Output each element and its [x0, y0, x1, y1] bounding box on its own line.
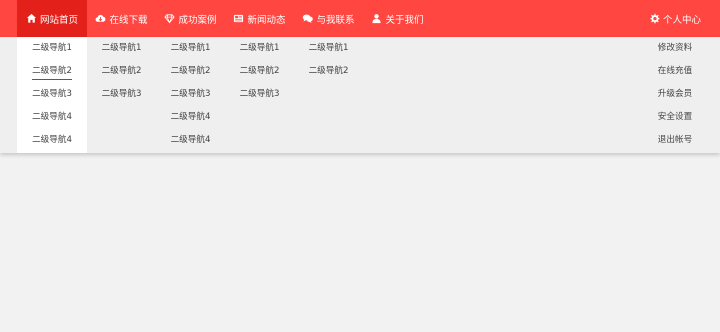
home-icon: [26, 13, 37, 24]
nav-contact[interactable]: 与我联系: [294, 0, 363, 37]
user-icon: [371, 13, 382, 24]
diamond-icon: [164, 13, 176, 24]
nav-home[interactable]: 网站首页: [17, 0, 87, 37]
nav-contact-label: 与我联系: [316, 14, 355, 26]
user-menu-logout[interactable]: 退出帐号: [658, 129, 692, 152]
submenu-item[interactable]: 二级导航1: [171, 37, 211, 60]
submenu-item[interactable]: 二级导航1: [240, 37, 280, 60]
newspaper-icon: [233, 13, 244, 24]
submenu-item[interactable]: 二级导航4: [32, 129, 72, 152]
submenu-item[interactable]: 二级导航4: [171, 129, 211, 152]
submenu-column-user: 修改资料 在线充值 升级会员 安全设置 退出帐号: [641, 37, 709, 153]
gear-icon: [649, 13, 660, 24]
submenu-column-news: 二级导航1 二级导航2 二级导航3: [225, 37, 294, 153]
nav-about-label: 关于我们: [385, 14, 424, 26]
nav-user-center[interactable]: 个人中心: [641, 0, 709, 37]
nav-home-label: 网站首页: [39, 14, 78, 26]
submenu-column-contact: 二级导航1 二级导航2: [294, 37, 363, 153]
submenu-column-home: 二级导航1 二级导航2 二级导航3 二级导航4 二级导航4: [17, 37, 87, 153]
user-menu-edit-profile[interactable]: 修改资料: [658, 37, 692, 60]
user-menu-upgrade[interactable]: 升级会员: [658, 83, 692, 106]
comments-icon: [302, 13, 314, 24]
top-navigation-bar: 网站首页 在线下载 成功案例 新闻动态 与我联系 关于我们 个人中心: [0, 0, 720, 37]
submenu-item[interactable]: 二级导航2: [309, 60, 349, 83]
submenu-item[interactable]: 二级导航1: [309, 37, 349, 60]
nav-download[interactable]: 在线下载: [87, 0, 156, 37]
user-menu-recharge[interactable]: 在线充值: [658, 60, 692, 83]
nav-about[interactable]: 关于我们: [363, 0, 432, 37]
nav-cases-label: 成功案例: [178, 14, 217, 26]
nav-user-center-label: 个人中心: [662, 14, 701, 26]
submenu-item[interactable]: 二级导航3: [32, 83, 72, 106]
cloud-download-icon: [95, 13, 106, 24]
submenu-column-cases: 二级导航1 二级导航2 二级导航3 二级导航4 二级导航4: [156, 37, 225, 153]
submenu-item[interactable]: 二级导航1: [102, 37, 142, 60]
submenu-column-download: 二级导航1 二级导航2 二级导航3: [87, 37, 156, 153]
user-menu-security[interactable]: 安全设置: [658, 106, 692, 129]
submenu-item[interactable]: 二级导航2: [171, 60, 211, 83]
submenu-item[interactable]: 二级导航3: [240, 83, 280, 106]
nav-news-label: 新闻动态: [247, 14, 286, 26]
submenu-item[interactable]: 二级导航4: [32, 106, 72, 129]
submenu-item[interactable]: 二级导航4: [171, 106, 211, 129]
nav-cases[interactable]: 成功案例: [156, 0, 225, 37]
nav-download-label: 在线下载: [109, 14, 148, 26]
submenu-item[interactable]: 二级导航2: [240, 60, 280, 83]
submenu-item[interactable]: 二级导航3: [171, 83, 211, 106]
mega-dropdown-menu: 二级导航1 二级导航2 二级导航3 二级导航4 二级导航4 二级导航1 二级导航…: [0, 37, 720, 153]
submenu-item[interactable]: 二级导航3: [102, 83, 142, 106]
submenu-item[interactable]: 二级导航1: [32, 37, 72, 60]
submenu-item[interactable]: 二级导航2: [102, 60, 142, 83]
nav-news[interactable]: 新闻动态: [225, 0, 294, 37]
submenu-item[interactable]: 二级导航2: [32, 60, 72, 83]
